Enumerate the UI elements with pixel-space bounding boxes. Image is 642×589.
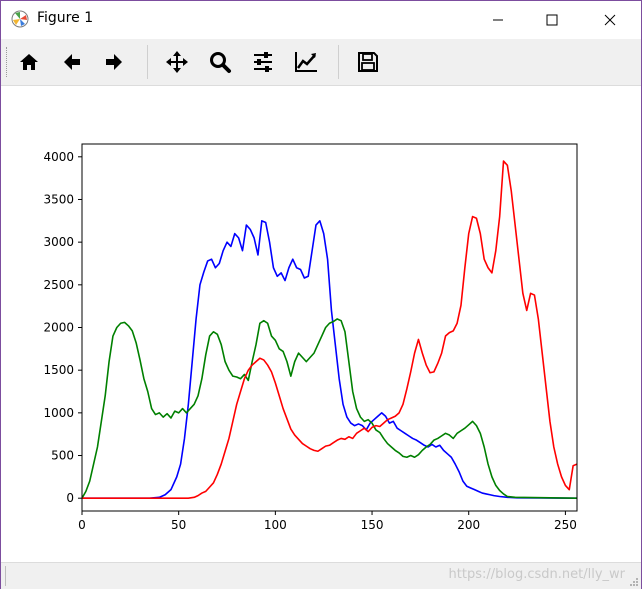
y-tick-label: 2000: [43, 321, 74, 335]
configure-subplots-icon: [254, 52, 272, 72]
forward-arrow-icon: [106, 54, 122, 70]
y-tick-label: 1000: [43, 406, 74, 420]
figure-window: Figure 1 0 50 100 150 200 250 0 500 1000…: [0, 0, 642, 589]
histogram-chart: 0 50 100 150 200 2500500100015002000250030003…: [43, 143, 578, 532]
resize-grip-icon[interactable]: [629, 577, 639, 587]
x-tick-label: 0: [78, 518, 86, 532]
save-icon: [358, 52, 378, 72]
close-button[interactable]: [587, 1, 633, 39]
close-icon: [604, 14, 616, 26]
toolbar-grip: [6, 47, 10, 77]
forward-button[interactable]: [98, 46, 130, 78]
minimize-icon: [493, 19, 503, 21]
home-icon: [20, 54, 38, 70]
back-button[interactable]: [56, 46, 88, 78]
series-line-0: [82, 220, 578, 500]
home-button[interactable]: [13, 46, 45, 78]
y-tick-label: 2500: [43, 278, 74, 292]
figure-canvas[interactable]: 0 50 100 150 200 250 0 500 1000 1500 2000 2500 3000 3…: [1, 86, 641, 561]
window-title: Figure 1: [37, 10, 94, 26]
status-bar: https://blog.csdn.net/lly_wr: [1, 562, 641, 589]
save-button[interactable]: [352, 46, 384, 78]
zoom-icon: [210, 52, 231, 73]
minimize-button[interactable]: [475, 1, 521, 39]
series-line-2: [82, 160, 578, 500]
x-tick-label: 200: [457, 518, 480, 532]
maximize-button[interactable]: [529, 1, 575, 39]
y-tick-label: 3500: [43, 192, 74, 206]
app-icon: [11, 10, 29, 28]
watermark: https://blog.csdn.net/lly_wr: [448, 567, 625, 582]
series-line-1: [81, 318, 578, 499]
y-tick-label: 4000: [43, 150, 74, 164]
y-tick-label: 3000: [43, 235, 74, 249]
pan-icon: [166, 51, 188, 73]
title-bar: Figure 1: [1, 1, 641, 39]
x-tick-label: 100: [264, 518, 287, 532]
x-tick-label: 250: [554, 518, 577, 532]
toolbar-separator: [338, 45, 339, 79]
toolbar-separator: [147, 45, 148, 79]
navigation-toolbar: [1, 39, 641, 86]
maximize-icon: [546, 14, 558, 26]
back-arrow-icon: [64, 54, 80, 70]
y-tick-label: 500: [51, 449, 74, 463]
y-tick-label: 1500: [43, 363, 74, 377]
series-layer: [81, 160, 578, 500]
axes: 0 50 100 150 200 2500500100015002000250030003…: [43, 143, 578, 532]
plot-frame: [81, 143, 578, 512]
edit-axes-button[interactable]: [290, 46, 322, 78]
status-grip: [5, 566, 7, 586]
edit-axes-icon: [295, 52, 317, 72]
y-tick-label: 0: [66, 491, 74, 505]
configure-subplots-button[interactable]: [247, 46, 279, 78]
x-tick-label: 150: [361, 518, 384, 532]
pan-button[interactable]: [161, 46, 193, 78]
zoom-button[interactable]: [204, 46, 236, 78]
x-tick-label: 50: [171, 518, 186, 532]
